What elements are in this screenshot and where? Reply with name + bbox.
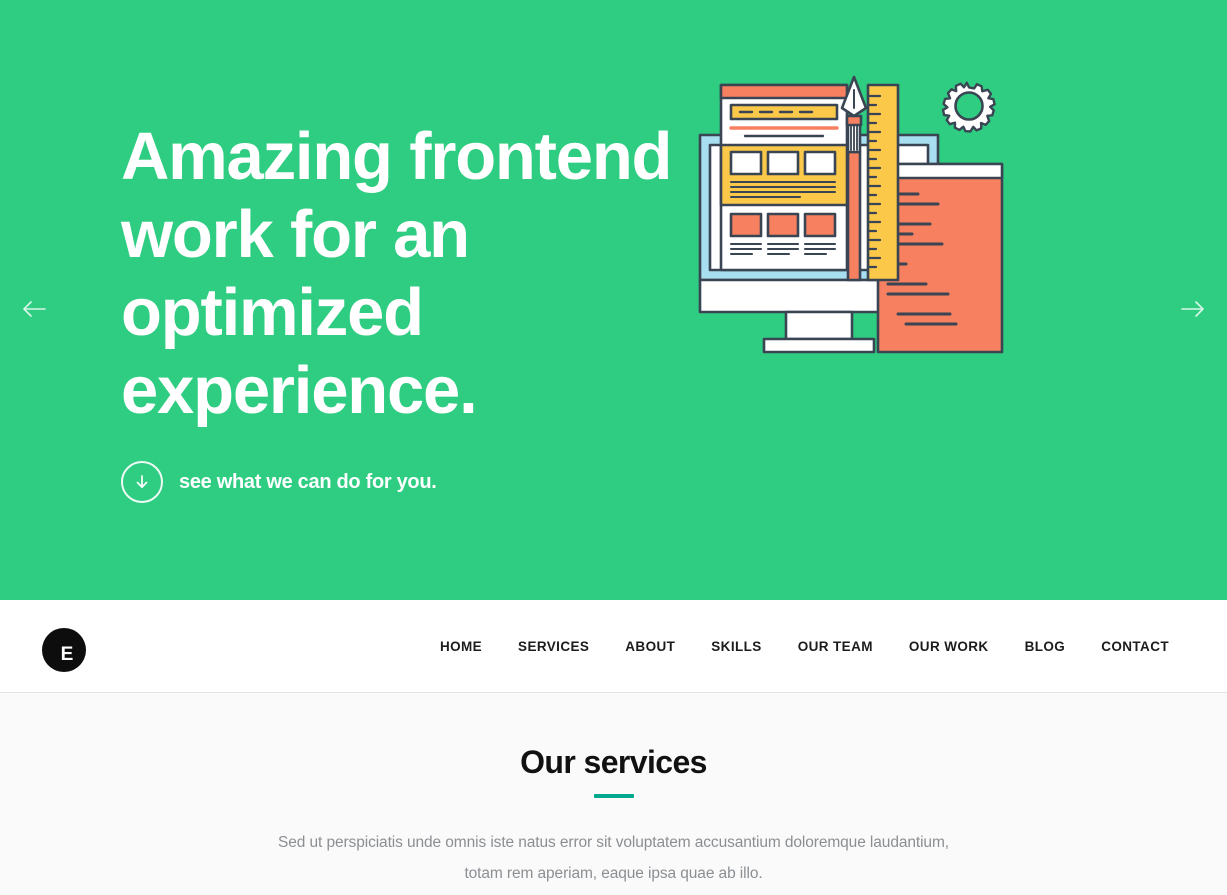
logo-letter: E [60, 644, 74, 665]
arrow-right-icon [1181, 301, 1204, 317]
nav-item-blog[interactable]: BLOG [1007, 639, 1084, 654]
nav-item-our-work[interactable]: OUR WORK [891, 639, 1007, 654]
services-section: Our services Sed ut perspiciatis unde om… [0, 693, 1227, 895]
nav-item-home[interactable]: HOME [422, 639, 500, 654]
arrow-left-icon [23, 301, 46, 317]
hero-subtitle: see what we can do for you. [179, 470, 437, 493]
hero-copy: Amazing frontend work for an optimized e… [121, 118, 681, 430]
site-logo[interactable]: E [42, 628, 86, 672]
frontend-design-illustration [690, 72, 1015, 367]
nav-item-about[interactable]: ABOUT [607, 639, 693, 654]
nav-item-contact[interactable]: CONTACT [1083, 639, 1169, 654]
main-navigation: E HOME SERVICES ABOUT SKILLS OUR TEAM OU… [0, 600, 1227, 693]
arrow-down-circle-icon[interactable] [121, 461, 163, 503]
slider-prev-button[interactable] [18, 293, 50, 325]
hero-scroll-cta[interactable]: see what we can do for you. [121, 461, 437, 503]
page-title: Amazing frontend work for an optimized e… [121, 119, 672, 428]
hero-section: Amazing frontend work for an optimized e… [0, 0, 1227, 600]
hero-inner: Amazing frontend work for an optimized e… [0, 0, 1227, 600]
nav-item-services[interactable]: SERVICES [500, 639, 607, 654]
services-description: Sed ut perspiciatis unde omnis iste natu… [278, 834, 949, 883]
nav-item-skills[interactable]: SKILLS [693, 639, 779, 654]
heading-underline-accent [593, 794, 634, 799]
slider-next-button[interactable] [1177, 293, 1209, 325]
services-heading: Our services [520, 744, 707, 780]
nav-list: HOME SERVICES ABOUT SKILLS OUR TEAM OUR … [422, 639, 1169, 654]
nav-item-our-team[interactable]: OUR TEAM [780, 639, 891, 654]
